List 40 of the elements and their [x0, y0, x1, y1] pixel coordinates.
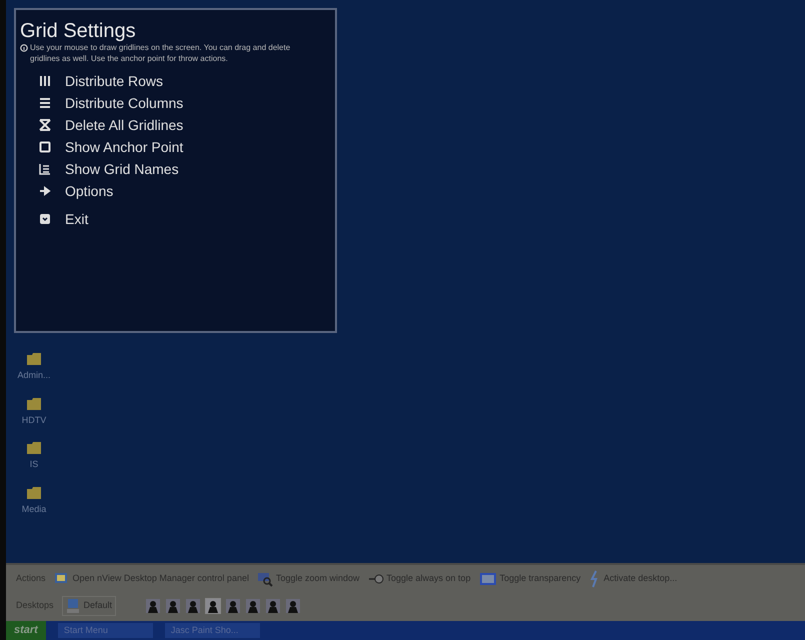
desktop-user-icon[interactable]: [286, 599, 300, 613]
menu-item[interactable]: Exit: [39, 208, 331, 230]
computer-icon: [66, 598, 80, 614]
window-icon: [478, 572, 497, 586]
icon-label: HDTV: [22, 414, 46, 426]
desktop-user-icon[interactable]: [146, 599, 160, 613]
menu-item[interactable]: Distribute Rows: [39, 70, 331, 92]
icon-label: Media: [22, 502, 46, 516]
menu-item[interactable]: Show Anchor Point: [39, 136, 331, 158]
panel-description: Use your mouse to draw gridlines on the screen. You can drag and delete gridlines as well. Use the anchor point for throw actions.: [30, 42, 292, 64]
desktop-user-icon[interactable]: [226, 599, 240, 613]
folder-icon[interactable]: [27, 442, 41, 454]
folder-icon[interactable]: [26, 353, 41, 365]
desktop-user-icon[interactable]: [266, 599, 280, 613]
cross-grid-icon: [39, 119, 51, 131]
square-icon: [39, 141, 51, 153]
vertical-bars-icon: [39, 75, 51, 87]
icon-label: IS: [30, 458, 38, 471]
start-button[interactable]: start: [6, 621, 46, 640]
folder-icon[interactable]: [27, 398, 41, 410]
pin-icon: [368, 573, 384, 585]
desktop-user-icon[interactable]: [206, 599, 220, 613]
desktop-user-icon[interactable]: [186, 599, 200, 613]
desktop-user-icon[interactable]: [246, 599, 260, 613]
exit-icon: [39, 213, 51, 225]
horizontal-bars-icon: [39, 97, 51, 109]
info-icon: [20, 44, 28, 52]
arrow-right-icon: [39, 185, 51, 197]
desktop-user-icon[interactable]: [166, 599, 180, 613]
folder-icon[interactable]: [26, 486, 41, 498]
menu-item[interactable]: Show Grid Names: [39, 158, 331, 180]
taskbar-button[interactable]: Jasc Paint Sho...: [164, 623, 260, 638]
taskbar-button[interactable]: Start Menu: [58, 623, 153, 638]
panel-title: Grid Settings: [20, 20, 137, 42]
menu-item[interactable]: Delete All Gridlines: [39, 114, 331, 136]
icon-label: Admin...: [17, 369, 50, 382]
menu-item[interactable]: Distribute Columns: [39, 92, 331, 114]
magnifier-window-icon: [256, 571, 273, 587]
list-icon: [39, 163, 51, 175]
menu-item[interactable]: Options: [39, 180, 331, 202]
